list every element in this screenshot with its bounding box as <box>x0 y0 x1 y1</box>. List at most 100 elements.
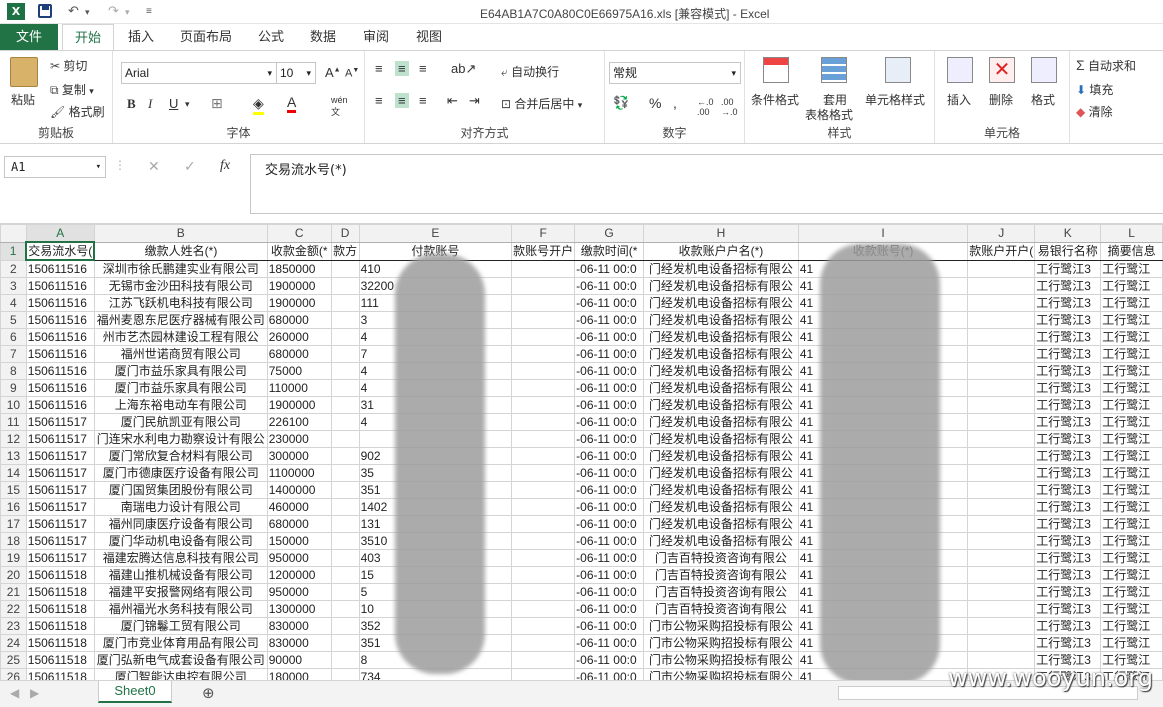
copy-button[interactable]: ⧉ 复制 ▾ <box>50 81 94 98</box>
table-cell[interactable] <box>511 515 576 533</box>
table-cell[interactable]: -06-11 00:0 <box>574 566 645 584</box>
table-cell[interactable]: -06-11 00:0 <box>574 549 645 567</box>
table-cell[interactable]: 门经发机电设备招标有限公 <box>643 532 799 550</box>
table-cell[interactable]: 1900000 <box>266 277 332 295</box>
table-cell[interactable] <box>511 668 576 680</box>
table-cell[interactable]: 福州福光水务科技有限公司 <box>93 600 268 618</box>
table-cell[interactable] <box>330 328 360 346</box>
table-cell[interactable] <box>511 259 576 278</box>
table-cell[interactable]: 福建宏腾达信息科技有限公司 <box>93 549 268 567</box>
table-cell[interactable]: 门吉百特投资咨询有限公 <box>643 549 799 567</box>
conditional-format-button[interactable]: 条件格式 <box>751 91 799 108</box>
table-cell[interactable]: 工行鹭江 <box>1100 617 1163 635</box>
table-cell[interactable] <box>330 515 360 533</box>
table-cell[interactable] <box>967 430 1036 448</box>
table-cell[interactable]: 门经发机电设备招标有限公 <box>643 379 799 397</box>
table-cell[interactable] <box>511 583 576 601</box>
table-cell[interactable]: 门经发机电设备招标有限公 <box>643 311 799 329</box>
table-cell[interactable] <box>511 481 576 499</box>
shrink-font-icon[interactable]: A▼ <box>345 67 359 80</box>
table-cell[interactable]: 150611517 <box>25 549 95 567</box>
formula-input[interactable]: 交易流水号(*) <box>250 154 1163 214</box>
table-cell[interactable]: 厦门锦鬈工贸有限公司 <box>93 617 268 635</box>
table-cell[interactable]: 工行鹭江 <box>1100 532 1163 550</box>
table-cell[interactable] <box>511 651 576 669</box>
grow-font-icon[interactable]: A▲ <box>325 65 341 80</box>
underline-icon[interactable]: U <box>169 96 178 111</box>
column-header[interactable]: D <box>330 224 360 243</box>
table-cell[interactable] <box>330 362 360 380</box>
row-header[interactable]: 16 <box>0 498 27 516</box>
table-cell[interactable]: 门市公物采购招投标有限公 <box>643 634 799 652</box>
table-cell[interactable]: 门经发机电设备招标有限公 <box>643 447 799 465</box>
column-header[interactable]: G <box>574 224 645 243</box>
table-cell[interactable]: 工行鹭江3 <box>1034 430 1102 448</box>
italic-icon[interactable]: I <box>148 96 152 112</box>
table-cell[interactable]: 工行鹭江 <box>1100 600 1163 618</box>
currency-icon[interactable]: 💱 <box>613 95 629 111</box>
row-header[interactable]: 25 <box>0 651 27 669</box>
table-cell[interactable]: 福州世诺商贸有限公司 <box>93 345 268 363</box>
row-header[interactable]: 22 <box>0 600 27 618</box>
table-cell[interactable]: 工行鹭江3 <box>1034 396 1102 414</box>
table-cell[interactable] <box>967 345 1036 363</box>
table-cell[interactable]: 150611517 <box>25 515 95 533</box>
table-cell[interactable]: 福建山推机械设备有限公司 <box>93 566 268 584</box>
table-cell[interactable]: 工行鹭江3 <box>1034 566 1102 584</box>
column-header[interactable]: C <box>266 224 332 243</box>
table-cell[interactable]: 福州同康医疗设备有限公司 <box>93 515 268 533</box>
table-cell[interactable]: 工行鹭江 <box>1100 345 1163 363</box>
clear-button[interactable]: ◆ 清除 <box>1076 103 1113 120</box>
bold-icon[interactable]: B <box>127 96 136 112</box>
row-header[interactable]: 26 <box>0 668 27 680</box>
table-cell[interactable]: 150611516 <box>25 379 95 397</box>
align-middle-icon[interactable]: ≡ <box>395 61 409 76</box>
table-cell[interactable]: 福建平安报警网络有限公司 <box>93 583 268 601</box>
table-cell[interactable] <box>330 481 360 499</box>
table-cell[interactable]: 江苏飞跃机电科技有限公司 <box>93 294 268 312</box>
table-cell[interactable]: 工行鹭江3 <box>1034 532 1102 550</box>
table-cell[interactable]: 工行鹭江 <box>1100 259 1163 278</box>
table-cell[interactable] <box>511 430 576 448</box>
table-cell[interactable]: 厦门市德康医疗设备有限公司 <box>93 464 268 482</box>
table-cell[interactable]: 150611517 <box>25 464 95 482</box>
table-cell[interactable]: 工行鹭江3 <box>1034 311 1102 329</box>
table-cell[interactable] <box>330 413 360 431</box>
header-cell[interactable]: 款账号开户 <box>511 241 576 261</box>
table-cell[interactable]: 工行鹭江3 <box>1034 617 1102 635</box>
percent-icon[interactable]: % <box>649 95 661 111</box>
table-cell[interactable]: 180000 <box>266 668 332 680</box>
table-cell[interactable]: 150611518 <box>25 600 95 618</box>
row-header[interactable]: 5 <box>0 311 27 329</box>
table-cell[interactable] <box>511 600 576 618</box>
table-cell[interactable] <box>511 566 576 584</box>
table-cell[interactable] <box>511 294 576 312</box>
table-cell[interactable]: 工行鹭江 <box>1100 464 1163 482</box>
row-header[interactable]: 14 <box>0 464 27 482</box>
table-cell[interactable]: -06-11 00:0 <box>574 345 645 363</box>
table-cell[interactable]: 830000 <box>266 634 332 652</box>
row-header[interactable]: 15 <box>0 481 27 499</box>
autosum-button[interactable]: Σ 自动求和 <box>1076 57 1136 74</box>
row-header[interactable]: 8 <box>0 362 27 380</box>
table-cell[interactable] <box>330 464 360 482</box>
table-cell[interactable] <box>511 362 576 380</box>
table-cell[interactable]: 150000 <box>266 532 332 550</box>
table-cell[interactable] <box>330 566 360 584</box>
row-header[interactable]: 23 <box>0 617 27 635</box>
table-cell[interactable]: 260000 <box>266 328 332 346</box>
table-cell[interactable] <box>967 311 1036 329</box>
confirm-entry-icon[interactable]: ✓ <box>184 158 196 175</box>
table-cell[interactable]: 工行鹭江3 <box>1034 600 1102 618</box>
header-cell[interactable]: 收款账户户名(*) <box>643 241 799 261</box>
column-header[interactable]: E <box>358 224 513 243</box>
row-header[interactable]: 7 <box>0 345 27 363</box>
align-right-icon[interactable]: ≡ <box>419 93 427 108</box>
table-cell[interactable]: 门经发机电设备招标有限公 <box>643 481 799 499</box>
table-cell[interactable]: 150611517 <box>25 447 95 465</box>
table-cell[interactable]: 1900000 <box>266 396 332 414</box>
table-cell[interactable] <box>330 345 360 363</box>
wrap-text-button[interactable]: ⤶ 自动换行 <box>501 63 559 80</box>
table-cell[interactable] <box>511 311 576 329</box>
prev-sheet-icon[interactable]: ◀ <box>10 686 19 700</box>
